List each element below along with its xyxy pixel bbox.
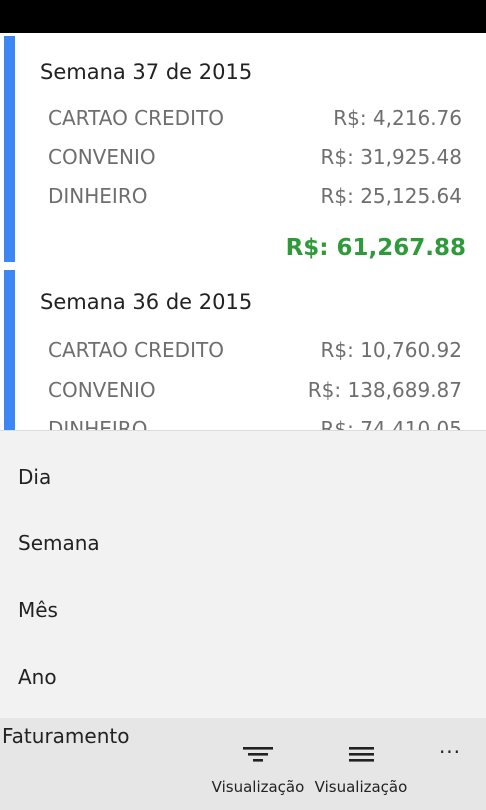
list-view-button[interactable]: Visualização [309, 738, 413, 802]
more-options-button[interactable]: ··· [430, 740, 470, 770]
menu-item-dia[interactable]: Dia [18, 467, 51, 487]
menu-item-mes[interactable]: Mês [18, 600, 58, 620]
payment-label: DINHEIRO [48, 417, 148, 430]
status-bar [0, 0, 486, 33]
payment-row: CONVENIO R$: 138,689.87 [48, 375, 462, 405]
payment-label: CONVENIO [48, 145, 156, 169]
week-title: Semana 37 de 2015 [40, 60, 253, 84]
payment-label: CARTAO CREDITO [48, 338, 224, 362]
menu-item-semana[interactable]: Semana [18, 533, 100, 553]
week-accent-bar [4, 36, 15, 262]
payment-label: CARTAO CREDITO [48, 106, 224, 130]
app-title: Faturamento [2, 724, 130, 748]
payment-value: R$: 138,689.87 [307, 378, 462, 402]
list-icon [349, 747, 374, 762]
payment-value: R$: 31,925.48 [320, 145, 462, 169]
week-total: R$: 61,267.88 [285, 235, 466, 261]
payment-label: DINHEIRO [48, 184, 148, 208]
app-bar: Faturamento Visualização Visualização ··… [0, 718, 486, 810]
week-card[interactable]: Semana 36 de 2015 CARTAO CREDITO R$: 10,… [4, 270, 486, 430]
payment-row: DINHEIRO R$: 25,125.64 [48, 181, 462, 211]
payment-value: R$: 4,216.76 [333, 106, 462, 130]
payment-row: CONVENIO R$: 31,925.48 [48, 142, 462, 172]
payment-value: R$: 10,760.92 [320, 338, 462, 362]
menu-item-ano[interactable]: Ano [18, 667, 57, 687]
payment-value: R$: 25,125.64 [320, 184, 462, 208]
filter-view-button[interactable]: Visualização [206, 738, 310, 802]
list-view-label: Visualização [314, 778, 408, 796]
week-card[interactable]: Semana 37 de 2015 CARTAO CREDITO R$: 4,2… [4, 36, 486, 262]
payment-label: CONVENIO [48, 378, 156, 402]
payment-row: CARTAO CREDITO R$: 4,216.76 [48, 103, 462, 133]
week-accent-bar [4, 270, 15, 430]
week-title: Semana 36 de 2015 [40, 290, 253, 314]
payment-row: DINHEIRO R$: 74,410.05 [48, 414, 462, 430]
filter-icon [243, 747, 273, 762]
more-icon: ··· [438, 740, 462, 764]
filter-view-label: Visualização [211, 778, 305, 796]
weekly-list[interactable]: Semana 37 de 2015 CARTAO CREDITO R$: 4,2… [0, 33, 486, 430]
payment-row: CARTAO CREDITO R$: 10,760.92 [48, 335, 462, 365]
payment-value: R$: 74,410.05 [320, 417, 462, 430]
